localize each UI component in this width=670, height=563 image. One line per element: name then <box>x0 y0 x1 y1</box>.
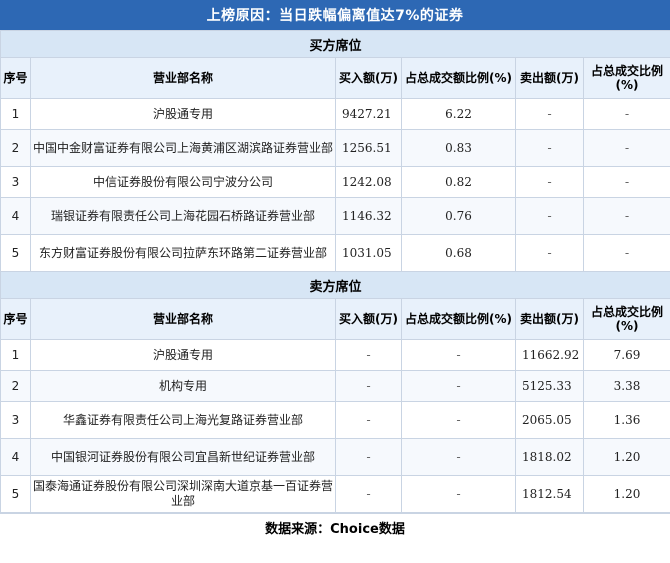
data-source: 数据来源：Choice数据 <box>0 513 670 540</box>
lhb-table-card: 上榜原因：当日跌幅偏离值达7%的证券 买方席位 序号 营业部名称 买入额(万) … <box>0 0 670 563</box>
cell-name: 华鑫证券有限责任公司上海光复路证券营业部 <box>30 401 336 439</box>
table-row: 5 国泰海通证券股份有限公司深圳深南大道京基一百证券营业部 - -1812.54 1.2… <box>0 475 670 513</box>
cell-sell: 11662.92 <box>515 339 584 371</box>
cell-idx: 2 <box>0 370 31 402</box>
cell-buy: - <box>335 370 402 402</box>
cell-sell-pct: 7.69 <box>582 339 670 371</box>
header-idx: 序号 <box>0 57 31 99</box>
table-row: 2 机构专用 - -5125.33 3.38 <box>0 370 670 402</box>
cell-sell: - <box>515 98 584 130</box>
cell-sell: - <box>515 166 584 198</box>
cell-idx: 5 <box>0 234 31 272</box>
cell-buy-pct: 0.82 <box>401 166 516 198</box>
cell-sell-pct: - <box>582 129 670 167</box>
cell-buy: - <box>335 475 402 513</box>
header-name: 营业部名称 <box>30 298 336 340</box>
cell-sell-pct: - <box>582 166 670 198</box>
table-body: 买方席位 序号 营业部名称 买入额(万) 占总成交额比例(%) 卖出额(万) 占… <box>0 30 670 513</box>
cell-name: 机构专用 <box>30 370 336 402</box>
cell-buy: 1256.51 <box>335 129 402 167</box>
table-row: 3 中信证券股份有限公司宁波分公司 1242.08 0.82- - <box>0 166 670 198</box>
cell-name: 东方财富证券股份有限公司拉萨东环路第二证券营业部 <box>30 234 336 272</box>
cell-buy-pct: 0.83 <box>401 129 516 167</box>
cell-sell-pct: 1.20 <box>582 438 670 476</box>
table-title: 上榜原因：当日跌幅偏离值达7%的证券 <box>0 0 670 30</box>
cell-sell: 2065.05 <box>515 401 584 439</box>
header-sell: 卖出额(万) <box>515 57 584 99</box>
table-row: 1 沪股通专用 9427.21 6.22- - <box>0 98 670 130</box>
header-buy: 买入额(万) <box>335 298 402 340</box>
cell-buy-pct: 6.22 <box>401 98 516 130</box>
cell-name: 沪股通专用 <box>30 339 336 371</box>
cell-sell-pct: - <box>582 197 670 235</box>
cell-idx: 4 <box>0 438 31 476</box>
cell-buy: 1031.05 <box>335 234 402 272</box>
cell-buy-pct: - <box>401 339 516 371</box>
cell-sell: - <box>515 129 584 167</box>
cell-sell: - <box>515 197 584 235</box>
buy-section-row: 买方席位 <box>0 30 670 58</box>
cell-sell: - <box>515 234 584 272</box>
cell-sell-pct: 1.20 <box>582 475 670 513</box>
buy-header-row: 序号 营业部名称 买入额(万) 占总成交额比例(%) 卖出额(万) 占总成交比例… <box>0 57 670 99</box>
cell-sell: 1818.02 <box>515 438 584 476</box>
table-row: 1 沪股通专用 - -11662.92 7.69 <box>0 339 670 371</box>
cell-buy: - <box>335 339 402 371</box>
cell-sell-pct: 1.36 <box>582 401 670 439</box>
cell-name: 沪股通专用 <box>30 98 336 130</box>
cell-buy: - <box>335 401 402 439</box>
cell-sell-pct: - <box>582 234 670 272</box>
cell-buy: - <box>335 438 402 476</box>
cell-buy-pct: 0.76 <box>401 197 516 235</box>
cell-idx: 4 <box>0 197 31 235</box>
sell-section-label: 卖方席位 <box>0 271 670 299</box>
cell-buy-pct: - <box>401 475 516 513</box>
cell-buy: 1242.08 <box>335 166 402 198</box>
cell-buy: 1146.32 <box>335 197 402 235</box>
cell-buy-pct: - <box>401 438 516 476</box>
lhb-table: 买方席位 序号 营业部名称 买入额(万) 占总成交额比例(%) 卖出额(万) 占… <box>0 30 670 513</box>
header-buy-pct: 占总成交额比例(%) <box>401 298 516 340</box>
cell-idx: 3 <box>0 166 31 198</box>
cell-idx: 1 <box>0 339 31 371</box>
cell-sell-pct: - <box>582 98 670 130</box>
cell-sell-pct: 3.38 <box>582 370 670 402</box>
header-buy: 买入额(万) <box>335 57 402 99</box>
table-row: 2 中国中金财富证券有限公司上海黄浦区湖滨路证券营业部 1256.51 0.83- - <box>0 129 670 167</box>
cell-idx: 2 <box>0 129 31 167</box>
cell-name: 国泰海通证券股份有限公司深圳深南大道京基一百证券营业部 <box>30 475 336 513</box>
buy-section-label: 买方席位 <box>0 30 670 58</box>
sell-header-row: 序号 营业部名称 买入额(万) 占总成交额比例(%) 卖出额(万) 占总成交比例… <box>0 298 670 340</box>
header-sell-pct: 占总成交比例(%) <box>582 298 670 340</box>
cell-name: 中信证券股份有限公司宁波分公司 <box>30 166 336 198</box>
cell-idx: 3 <box>0 401 31 439</box>
cell-sell: 1812.54 <box>515 475 584 513</box>
cell-idx: 5 <box>0 475 31 513</box>
cell-name: 瑞银证券有限责任公司上海花园石桥路证券营业部 <box>30 197 336 235</box>
header-idx: 序号 <box>0 298 31 340</box>
cell-buy-pct: - <box>401 370 516 402</box>
header-sell: 卖出额(万) <box>515 298 584 340</box>
cell-idx: 1 <box>0 98 31 130</box>
table-row: 3 华鑫证券有限责任公司上海光复路证券营业部 - -2065.05 1.36 <box>0 401 670 439</box>
table-row: 4 中国银河证券股份有限公司宜昌新世纪证券营业部 - -1818.02 1.20 <box>0 438 670 476</box>
header-sell-pct: 占总成交比例(%) <box>582 57 670 99</box>
table-row: 5 东方财富证券股份有限公司拉萨东环路第二证券营业部 1031.05 0.68- - <box>0 234 670 272</box>
cell-buy-pct: - <box>401 401 516 439</box>
cell-name: 中国银河证券股份有限公司宜昌新世纪证券营业部 <box>30 438 336 476</box>
sell-section-row: 卖方席位 <box>0 271 670 299</box>
header-name: 营业部名称 <box>30 57 336 99</box>
table-row: 4 瑞银证券有限责任公司上海花园石桥路证券营业部 1146.32 0.76- - <box>0 197 670 235</box>
cell-buy: 9427.21 <box>335 98 402 130</box>
header-buy-pct: 占总成交额比例(%) <box>401 57 516 99</box>
cell-sell: 5125.33 <box>515 370 584 402</box>
cell-buy-pct: 0.68 <box>401 234 516 272</box>
cell-name: 中国中金财富证券有限公司上海黄浦区湖滨路证券营业部 <box>30 129 336 167</box>
